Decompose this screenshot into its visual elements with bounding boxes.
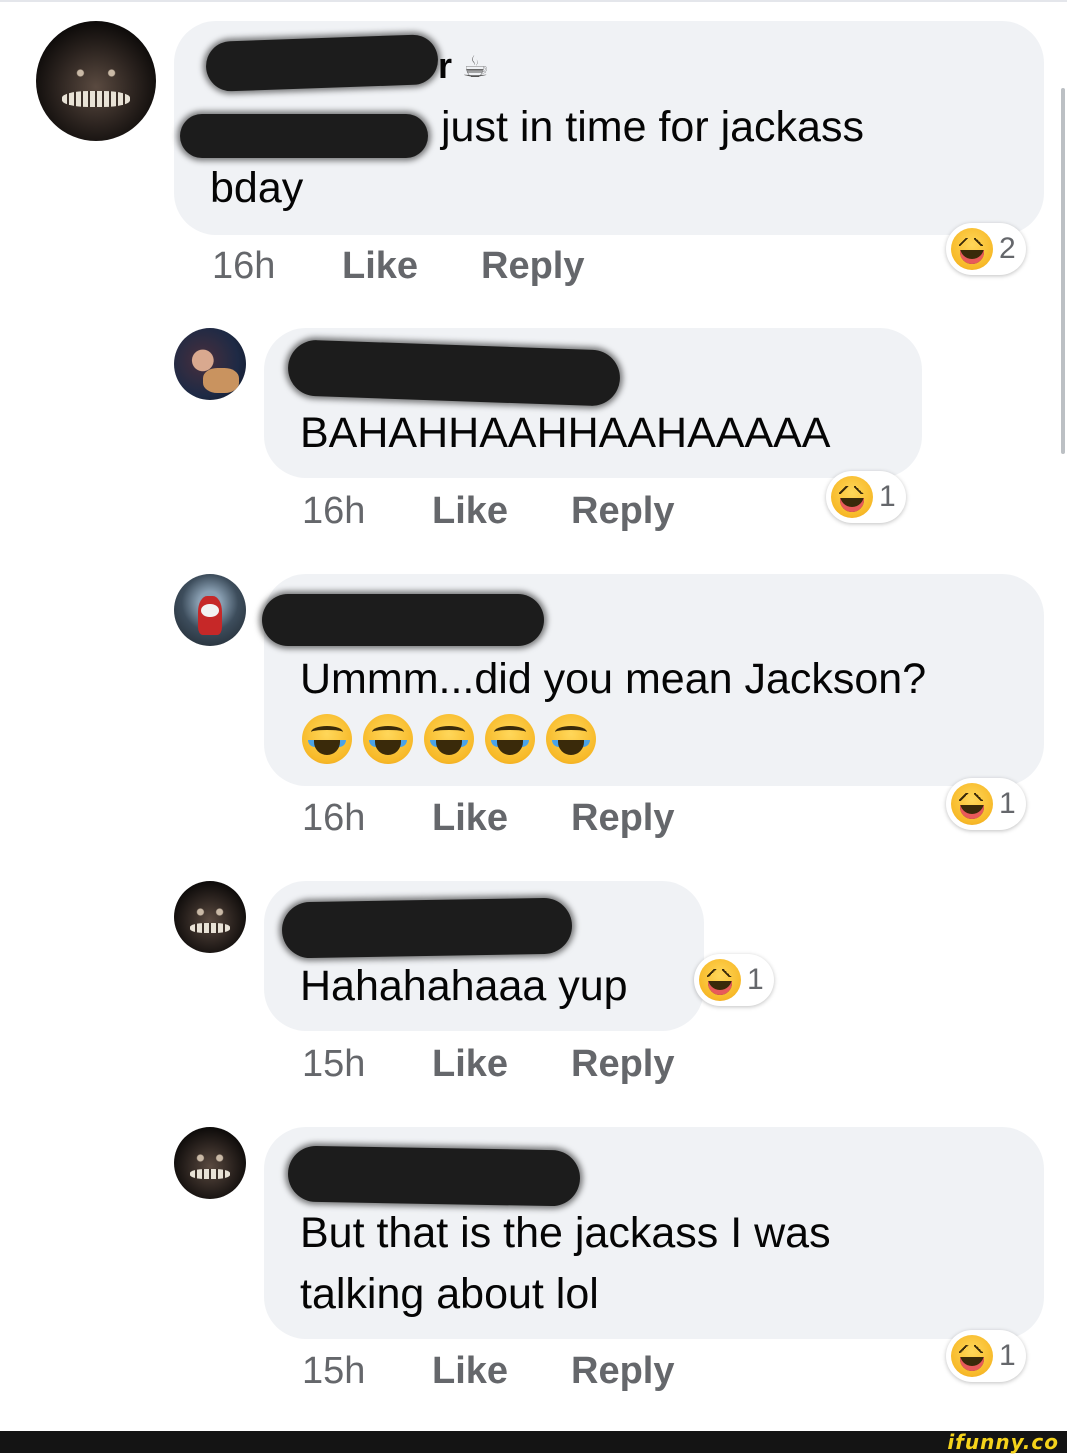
- avatar-dog: [202, 367, 239, 393]
- reaction-count: 1: [999, 1339, 1016, 1372]
- crying-laughing-icon: [546, 714, 596, 764]
- reply-button[interactable]: Reply: [481, 245, 584, 288]
- reaction-badge[interactable]: 1: [946, 778, 1026, 830]
- avatar[interactable]: [174, 1127, 246, 1199]
- comment-text: just in time for jackass: [441, 103, 864, 151]
- avatar-teeth: [62, 90, 130, 108]
- reaction-badge[interactable]: 1: [694, 954, 774, 1006]
- reply-button[interactable]: Reply: [571, 490, 674, 533]
- reaction-badge[interactable]: 1: [826, 471, 906, 523]
- like-button[interactable]: Like: [432, 797, 508, 840]
- emoji-row: [302, 714, 596, 764]
- reply-button[interactable]: Reply: [571, 797, 674, 840]
- avatar[interactable]: [174, 881, 246, 953]
- avatar[interactable]: [174, 574, 246, 646]
- avatar-eyes: [194, 1154, 226, 1162]
- reaction-count: 1: [747, 963, 764, 996]
- comment-timestamp[interactable]: 16h: [302, 797, 365, 840]
- laughing-face-icon: [951, 783, 993, 825]
- laughing-face-icon: [951, 1335, 993, 1377]
- watermark-bar: [0, 1431, 1067, 1453]
- reaction-count: 1: [879, 480, 896, 513]
- comment-text: Hahahahaaa yup: [300, 962, 628, 1010]
- comment-text: But that is the jackass I was: [300, 1209, 831, 1257]
- avatar[interactable]: [36, 21, 156, 141]
- reaction-badge[interactable]: 1: [946, 1330, 1026, 1382]
- comment-timestamp[interactable]: 16h: [212, 245, 275, 288]
- redacted-author-name: [281, 897, 573, 959]
- avatar-eyes: [194, 908, 226, 916]
- avatar-teeth: [189, 922, 231, 933]
- laughing-face-icon: [831, 476, 873, 518]
- comment-text: Ummm...did you mean Jackson?: [300, 655, 927, 703]
- comment-timestamp[interactable]: 16h: [302, 490, 365, 533]
- reply-button[interactable]: Reply: [571, 1350, 674, 1393]
- comment-timestamp[interactable]: 15h: [302, 1043, 365, 1086]
- avatar-beard: [201, 604, 219, 618]
- crying-laughing-icon: [485, 714, 535, 764]
- crying-laughing-icon: [302, 714, 352, 764]
- redacted-author-name: [205, 33, 439, 93]
- laughing-face-icon: [951, 228, 993, 270]
- redacted-author-name: [287, 1145, 581, 1207]
- reaction-badge[interactable]: 2: [946, 223, 1026, 275]
- coffee-icon: ☕: [462, 51, 489, 84]
- crying-laughing-icon: [363, 714, 413, 764]
- scrollbar[interactable]: [1061, 88, 1065, 454]
- comment-text-line2: talking about lol: [300, 1270, 599, 1318]
- like-button[interactable]: Like: [432, 1043, 508, 1086]
- like-button[interactable]: Like: [432, 490, 508, 533]
- like-button[interactable]: Like: [342, 245, 418, 288]
- redacted-mention: [180, 114, 428, 158]
- reaction-count: 1: [999, 787, 1016, 820]
- avatar-teeth: [189, 1168, 231, 1179]
- top-divider: [0, 0, 1067, 2]
- reply-button[interactable]: Reply: [571, 1043, 674, 1086]
- comment-text: BAHAHHAAHHAAHAAAAA: [300, 409, 831, 457]
- avatar-eyes: [69, 66, 123, 79]
- redacted-author-name: [262, 594, 544, 646]
- redacted-author-name: [287, 339, 621, 407]
- reaction-count: 2: [999, 232, 1016, 265]
- comment-timestamp[interactable]: 15h: [302, 1350, 365, 1393]
- author-name-suffix: r: [438, 45, 453, 86]
- watermark-logo: ifunny.co: [947, 1430, 1059, 1454]
- laughing-face-icon: [699, 959, 741, 1001]
- like-button[interactable]: Like: [432, 1350, 508, 1393]
- comment-text-line2: bday: [210, 164, 304, 212]
- avatar[interactable]: [174, 328, 246, 400]
- crying-laughing-icon: [424, 714, 474, 764]
